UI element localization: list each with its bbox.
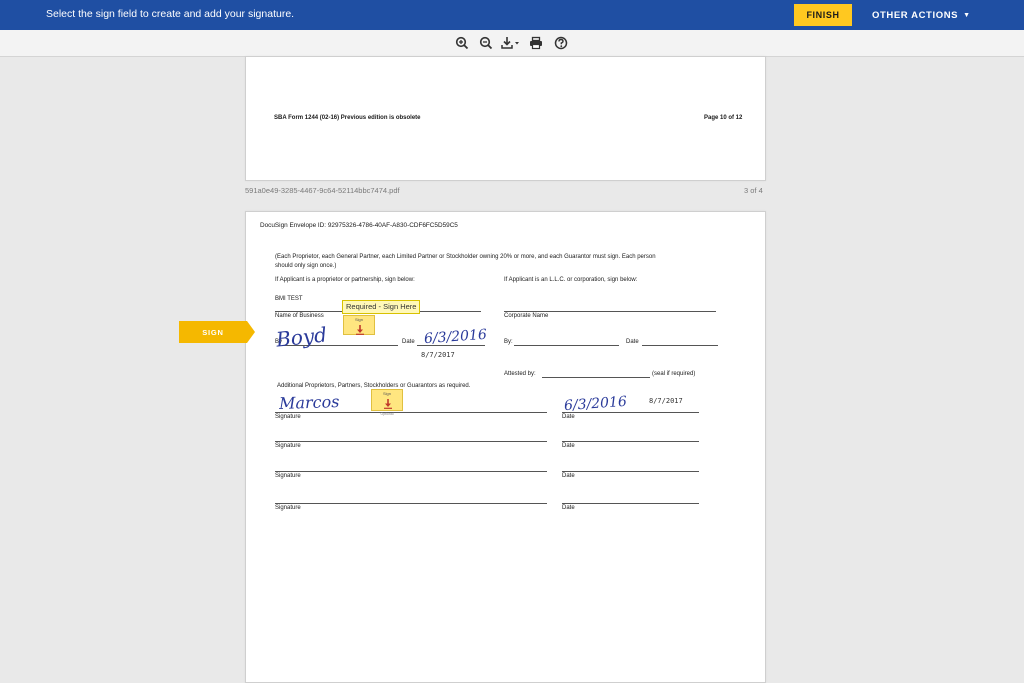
download-icon[interactable]	[501, 35, 521, 51]
date-label-3: Date	[562, 473, 575, 479]
envelope-id: DocuSign Envelope ID: 92975326-4786-40AF…	[260, 222, 458, 229]
date-line-4	[562, 503, 699, 504]
form-footer-left: SBA Form 1244 (02-16) Previous edition i…	[274, 115, 421, 121]
date-label: Date	[402, 339, 415, 345]
other-actions-menu[interactable]: OTHER ACTIONS ▼	[866, 4, 977, 26]
name-of-business-label: Name of Business	[275, 313, 324, 319]
download-arrow-icon	[355, 322, 365, 340]
zoom-out-icon[interactable]	[478, 35, 494, 51]
instruction-line-2: should only sign once.)	[275, 263, 337, 269]
signature-label-3: Signature	[275, 473, 301, 479]
help-icon[interactable]	[553, 35, 569, 51]
sign-here-field[interactable]: Sign	[343, 315, 375, 335]
business-value: BMI TEST	[275, 296, 303, 302]
corporate-name-label: Corporate Name	[504, 313, 549, 319]
signature-label-4: Signature	[275, 505, 301, 511]
required-tooltip: Required - Sign Here	[342, 300, 421, 314]
signature-label-2: Signature	[275, 443, 301, 449]
document-page-previous: SBA Form 1244 (02-16) Previous edition i…	[245, 56, 766, 181]
other-actions-label: OTHER ACTIONS	[872, 9, 959, 21]
date-label-2: Date	[562, 443, 575, 449]
seal-label: (seal if required)	[652, 371, 696, 377]
date-line-3	[562, 471, 699, 472]
optional-sign-field[interactable]: Sign Optional	[371, 389, 403, 416]
right-heading: If Applicant is an L.L.C. or corporation…	[504, 277, 638, 283]
corporate-line	[504, 311, 716, 312]
signature-line-2	[275, 441, 547, 442]
caret-down-icon: ▼	[963, 11, 971, 19]
attested-by-label: Attested by:	[504, 371, 536, 377]
signature-line-1	[275, 412, 547, 413]
date-label-4: Date	[562, 505, 575, 511]
date-label-1: Date	[562, 414, 575, 420]
instruction-message: Select the sign field to create and add …	[46, 8, 295, 20]
zoom-in-icon[interactable]	[454, 35, 470, 51]
date-line-2	[562, 441, 699, 442]
sign-tab[interactable]: SIGN	[179, 321, 255, 343]
date-right-label: Date	[626, 339, 639, 345]
signature-marcos: Marcos	[278, 391, 340, 414]
by-right-line	[514, 345, 619, 346]
date-right-line	[642, 345, 718, 346]
signature-label-1: Signature	[275, 414, 301, 420]
stamped-date-2: 8/7/2017	[649, 397, 683, 405]
stamped-date-1: 8/7/2017	[421, 351, 455, 359]
top-bar: Select the sign field to create and add …	[0, 0, 1024, 30]
page-counter: 3 of 4	[744, 186, 763, 195]
left-heading: If Applicant is a proprietor or partners…	[275, 277, 415, 283]
sign-tab-label: SIGN	[202, 327, 224, 337]
form-footer-right: Page 10 of 12	[704, 115, 743, 121]
print-icon[interactable]	[528, 35, 544, 51]
document-filename: 591a0e49-3285-4467-9c64-52114bbc7474.pdf	[245, 186, 400, 195]
by-right-label: By:	[504, 339, 513, 345]
signature-line-3	[275, 471, 547, 472]
signature-boyd: Boyd	[274, 322, 328, 352]
signature-line-4	[275, 503, 547, 504]
optional-field-sublabel: Optional	[380, 412, 394, 416]
document-page-current: DocuSign Envelope ID: 92975326-4786-40AF…	[245, 211, 766, 683]
attested-line	[542, 377, 650, 378]
finish-button[interactable]: FINISH	[794, 4, 852, 26]
instruction-line-1: (Each Proprietor, each General Partner, …	[275, 254, 656, 260]
document-toolbar	[0, 30, 1024, 57]
